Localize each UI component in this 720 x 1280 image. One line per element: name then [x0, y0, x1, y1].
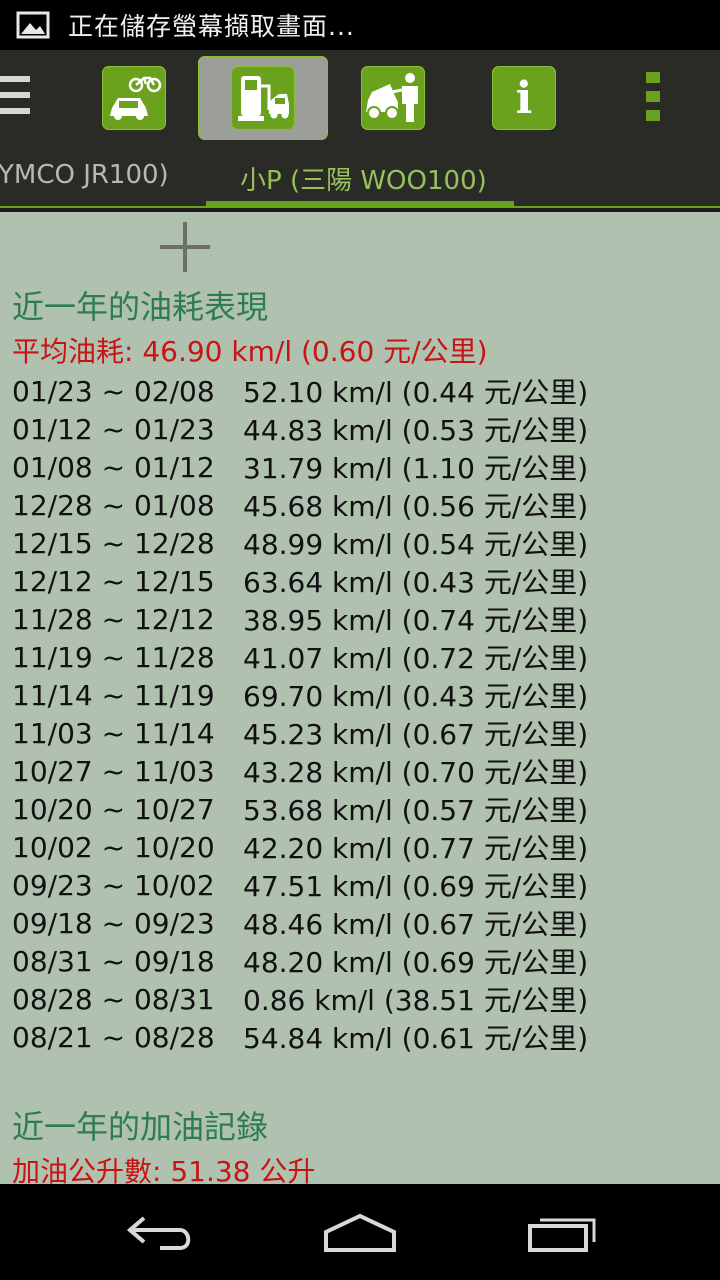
record-consumption: 47.51 km/l (0.69 元/公里): [243, 870, 589, 903]
navigation-bar: [0, 1184, 720, 1280]
fuel-record-row: 10/02 ~ 10/20 42.20 km/l (0.77 元/公里): [12, 828, 712, 866]
status-bar: 正在儲存螢幕擷取畫面...: [0, 0, 720, 50]
fuel-record-row: 11/03 ~ 11/14 45.23 km/l (0.67 元/公里): [12, 714, 712, 752]
fuel-record-row: 09/23 ~ 10/02 47.51 km/l (0.69 元/公里): [12, 866, 712, 904]
info-icon[interactable]: i: [492, 66, 556, 130]
fuel-record-row: 11/14 ~ 11/19 69.70 km/l (0.43 元/公里): [12, 676, 712, 714]
record-consumption: 52.10 km/l (0.44 元/公里): [243, 376, 589, 409]
record-consumption: 53.68 km/l (0.57 元/公里): [243, 794, 589, 827]
record-consumption: 63.64 km/l (0.43 元/公里): [243, 566, 589, 599]
overflow-menu-icon[interactable]: [646, 72, 662, 128]
action-bar: i: [0, 50, 720, 146]
record-date-range: 12/12 ~ 12/15: [12, 564, 215, 598]
record-consumption: 0.86 km/l (38.51 元/公里): [243, 984, 589, 1017]
tab-ymco-jr100[interactable]: YMCO JR100): [0, 160, 169, 190]
record-date-range: 08/28 ~ 08/31: [12, 982, 215, 1016]
picture-icon: [16, 11, 50, 39]
fuel-record-row: 08/28 ~ 08/31 0.86 km/l (38.51 元/公里): [12, 980, 712, 1018]
record-date-range: 01/23 ~ 02/08: [12, 374, 215, 408]
fuel-record-row: 09/18 ~ 09/23 48.46 km/l (0.67 元/公里): [12, 904, 712, 942]
record-consumption: 31.79 km/l (1.10 元/公里): [243, 452, 589, 485]
fuel-record-row: 12/28 ~ 01/08 45.68 km/l (0.56 元/公里): [12, 486, 712, 524]
record-date-range: 08/31 ~ 09/18: [12, 944, 215, 978]
record-date-range: 10/27 ~ 11/03: [12, 754, 215, 788]
motorcycle-car-icon[interactable]: [102, 66, 166, 130]
plus-icon[interactable]: [160, 222, 210, 272]
record-date-range: 01/12 ~ 01/23: [12, 412, 215, 446]
back-icon[interactable]: [124, 1214, 196, 1254]
record-date-range: 11/14 ~ 11/19: [12, 678, 215, 712]
record-consumption: 45.23 km/l (0.67 元/公里): [243, 718, 589, 751]
record-date-range: 09/23 ~ 10/02: [12, 868, 215, 902]
record-date-range: 10/20 ~ 10/27: [12, 792, 215, 826]
record-date-range: 10/02 ~ 10/20: [12, 830, 215, 864]
status-text: 正在儲存螢幕擷取畫面...: [68, 12, 355, 41]
fuel-record-row: 12/15 ~ 12/28 48.99 km/l (0.54 元/公里): [12, 524, 712, 562]
average-consumption: 平均油耗: 46.90 km/l (0.60 元/公里): [12, 335, 488, 368]
record-date-range: 11/28 ~ 12/12: [12, 602, 215, 636]
record-consumption: 54.84 km/l (0.61 元/公里): [243, 1022, 589, 1055]
record-consumption: 38.95 km/l (0.74 元/公里): [243, 604, 589, 637]
fuel-records-list: 01/23 ~ 02/08 52.10 km/l (0.44 元/公里) 01/12…: [12, 372, 712, 1056]
record-consumption: 44.83 km/l (0.53 元/公里): [243, 414, 589, 447]
recents-icon[interactable]: [526, 1214, 598, 1254]
fuel-record-row: 10/27 ~ 11/03 43.28 km/l (0.70 元/公里): [12, 752, 712, 790]
fuel-record-row: 01/23 ~ 02/08 52.10 km/l (0.44 元/公里): [12, 372, 712, 410]
record-date-range: 12/28 ~ 01/08: [12, 488, 215, 522]
record-consumption: 48.99 km/l (0.54 元/公里): [243, 528, 589, 561]
record-date-range: 01/08 ~ 01/12: [12, 450, 215, 484]
record-consumption: 69.70 km/l (0.43 元/公里): [243, 680, 589, 713]
record-date-range: 11/19 ~ 11/28: [12, 640, 215, 674]
fuel-record-row: 01/08 ~ 01/12 31.79 km/l (1.10 元/公里): [12, 448, 712, 486]
record-consumption: 43.28 km/l (0.70 元/公里): [243, 756, 589, 789]
record-date-range: 12/15 ~ 12/28: [12, 526, 215, 560]
fuel-record-row: 10/20 ~ 10/27 53.68 km/l (0.57 元/公里): [12, 790, 712, 828]
record-date-range: 08/21 ~ 08/28: [12, 1020, 215, 1054]
info-icon-label: i: [515, 72, 533, 124]
record-consumption: 42.20 km/l (0.77 元/公里): [243, 832, 589, 865]
refuel-section-title: 近一年的加油記錄: [12, 1108, 269, 1146]
fuel-section-title: 近一年的油耗表現: [12, 288, 269, 326]
car-repair-icon[interactable]: [361, 66, 425, 130]
refuel-total: 加油公升數: 51.38 公升: [12, 1155, 316, 1184]
tab-bar: YMCO JR100) 小P (三陽 WOO100): [0, 146, 720, 208]
fuel-record-row: 08/21 ~ 08/28 54.84 km/l (0.61 元/公里): [12, 1018, 712, 1056]
record-consumption: 41.07 km/l (0.72 元/公里): [243, 642, 589, 675]
menu-icon[interactable]: [0, 76, 32, 120]
fuel-record-row: 11/28 ~ 12/12 38.95 km/l (0.74 元/公里): [12, 600, 712, 638]
record-date-range: 09/18 ~ 09/23: [12, 906, 215, 940]
record-consumption: 45.68 km/l (0.56 元/公里): [243, 490, 589, 523]
fuel-record-row: 08/31 ~ 09/18 48.20 km/l (0.69 元/公里): [12, 942, 712, 980]
content-area[interactable]: 近一年的油耗表現 平均油耗: 46.90 km/l (0.60 元/公里) 01…: [0, 212, 720, 1184]
fuel-record-row: 11/19 ~ 11/28 41.07 km/l (0.72 元/公里): [12, 638, 712, 676]
record-consumption: 48.20 km/l (0.69 元/公里): [243, 946, 589, 979]
fuel-record-row: 01/12 ~ 01/23 44.83 km/l (0.53 元/公里): [12, 410, 712, 448]
fuel-record-row: 12/12 ~ 12/15 63.64 km/l (0.43 元/公里): [12, 562, 712, 600]
fuel-pump-icon[interactable]: [231, 66, 295, 130]
record-consumption: 48.46 km/l (0.67 元/公里): [243, 908, 589, 941]
home-icon[interactable]: [322, 1212, 398, 1254]
record-date-range: 11/03 ~ 11/14: [12, 716, 215, 750]
tab-xiao-p[interactable]: 小P (三陽 WOO100): [240, 160, 487, 197]
